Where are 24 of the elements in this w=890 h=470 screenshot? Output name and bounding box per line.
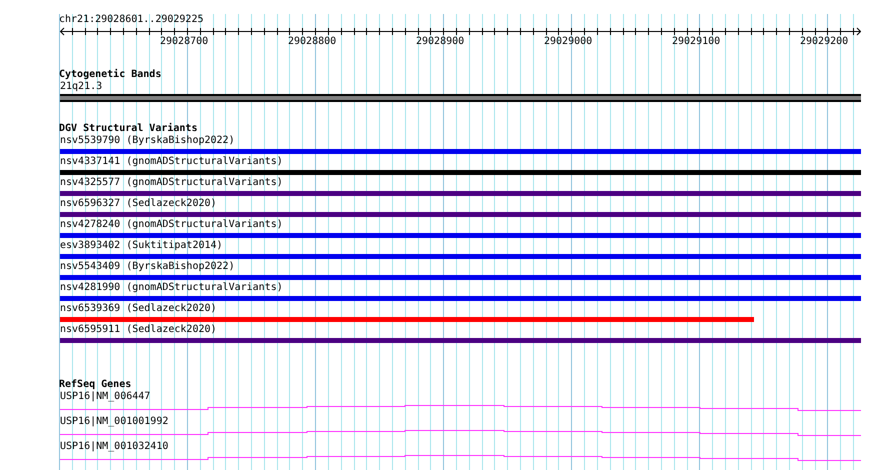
variant-label: nsv6596327 (Sedlazeck2020) (60, 198, 217, 210)
variant-label: nsv4281990 (gnomADStructuralVariants) (60, 282, 283, 294)
gene-label: USP16|NM_006447 (60, 391, 150, 403)
variant-label: esv3893402 (Suktitipat2014) (60, 240, 223, 252)
gene-label: USP16|NM_001001992 (60, 416, 168, 428)
tick-label: 29028900 (416, 36, 464, 48)
variant-label: nsv4278240 (gnomADStructuralVariants) (60, 219, 283, 231)
tick-label: 29029000 (544, 36, 592, 48)
tick-label: 29029100 (672, 36, 720, 48)
variant-label: nsv4325577 (gnomADStructuralVariants) (60, 177, 283, 189)
tick-label: 29029200 (800, 36, 848, 48)
variant-label: nsv5539790 (ByrskaBishop2022) (60, 135, 235, 147)
band-label: 21q21.3 (60, 81, 102, 93)
tick-label: 29028700 (160, 36, 208, 48)
track-title: RefSeq Genes (59, 379, 132, 391)
variant-label: nsv5543409 (ByrskaBishop2022) (60, 261, 235, 273)
variant-label: nsv6539369 (Sedlazeck2020) (60, 303, 217, 315)
track-title: Cytogenetic Bands (59, 69, 162, 81)
gene-label: USP16|NM_001032410 (60, 441, 168, 453)
track-title: DGV Structural Variants (59, 123, 198, 135)
variant-label: nsv6595911 (Sedlazeck2020) (60, 324, 217, 336)
location-label: chr21:29028601..29029225 (59, 14, 204, 26)
variant-label: nsv4337141 (gnomADStructuralVariants) (60, 156, 283, 168)
tick-label: 29028800 (288, 36, 336, 48)
